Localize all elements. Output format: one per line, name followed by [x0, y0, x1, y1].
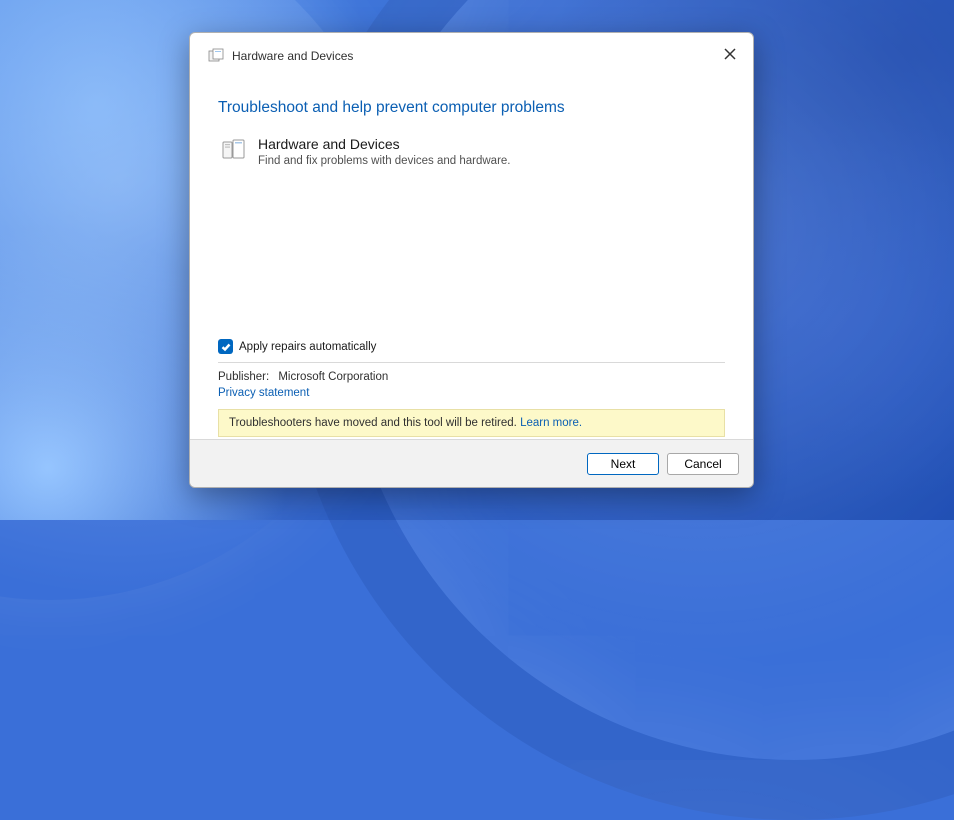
next-button[interactable]: Next — [587, 453, 659, 475]
checkbox-label: Apply repairs automatically — [239, 341, 376, 353]
window-title: Hardware and Devices — [232, 49, 353, 63]
apply-repairs-checkbox-row[interactable]: Apply repairs automatically — [218, 333, 725, 363]
retirement-notice: Troubleshooters have moved and this tool… — [218, 409, 725, 437]
close-icon — [724, 48, 736, 60]
hardware-icon — [220, 135, 248, 163]
apply-repairs-checkbox[interactable] — [218, 339, 233, 354]
main-heading: Troubleshoot and help prevent computer p… — [218, 99, 725, 117]
troubleshooter-dialog: Hardware and Devices Troubleshoot and he… — [189, 32, 754, 488]
troubleshooter-item: Hardware and Devices Find and fix proble… — [218, 133, 725, 175]
close-button[interactable] — [715, 39, 745, 69]
cancel-button[interactable]: Cancel — [667, 453, 739, 475]
item-title: Hardware and Devices — [258, 135, 511, 153]
learn-more-link[interactable]: Learn more. — [520, 417, 582, 429]
publisher-value: Microsoft Corporation — [278, 371, 388, 383]
notice-text: Troubleshooters have moved and this tool… — [229, 417, 520, 429]
publisher-row: Publisher: Microsoft Corporation — [218, 371, 725, 383]
dialog-footer: Next Cancel — [190, 439, 753, 487]
titlebar: Hardware and Devices — [190, 33, 753, 71]
troubleshooter-item-text: Hardware and Devices Find and fix proble… — [258, 135, 511, 169]
publisher-label: Publisher: — [218, 371, 269, 383]
item-description: Find and fix problems with devices and h… — [258, 153, 511, 169]
troubleshooter-icon — [208, 48, 224, 64]
checkmark-icon — [221, 342, 231, 352]
dialog-content: Troubleshoot and help prevent computer p… — [190, 71, 753, 439]
privacy-statement-link[interactable]: Privacy statement — [218, 387, 725, 399]
